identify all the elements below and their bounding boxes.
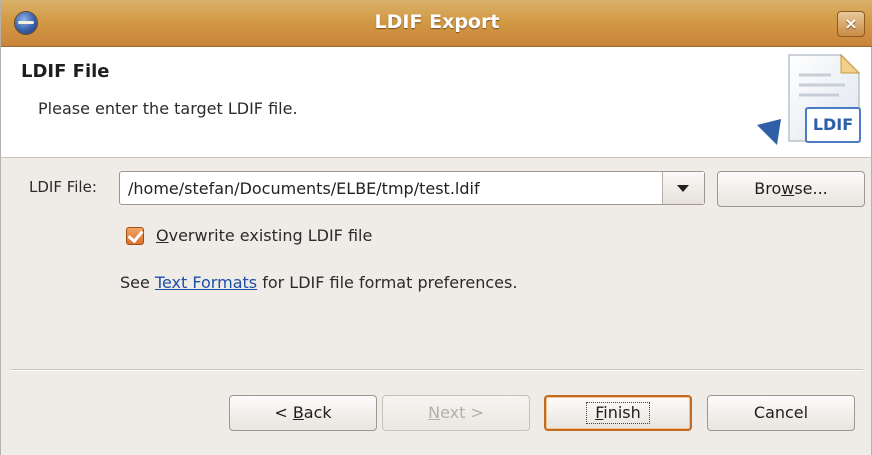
- ldif-file-combo[interactable]: [119, 171, 705, 205]
- page-description: Please enter the target LDIF file.: [38, 99, 298, 118]
- button-bar-separator: [11, 369, 863, 371]
- ldif-icon-label: LDIF: [805, 107, 861, 143]
- text-formats-info: See Text Formats for LDIF file format pr…: [120, 273, 518, 292]
- title-bar[interactable]: LDIF Export ×: [1, 0, 872, 47]
- cancel-button[interactable]: Cancel: [707, 395, 855, 431]
- window-title: LDIF Export: [374, 11, 500, 33]
- text-formats-link[interactable]: Text Formats: [155, 273, 257, 292]
- next-button: Next >: [382, 395, 530, 431]
- finish-button[interactable]: Finish: [544, 395, 692, 431]
- browse-button[interactable]: Browse...: [717, 171, 865, 207]
- overwrite-label[interactable]: Overwrite existing LDIF file: [156, 226, 372, 245]
- ldif-file-label: LDIF File:: [29, 178, 97, 196]
- overwrite-checkbox[interactable]: [126, 227, 144, 245]
- close-button[interactable]: ×: [837, 11, 865, 37]
- ldif-export-dialog: LDIF Export × LDIF File Please enter the…: [0, 0, 872, 455]
- ldif-file-input[interactable]: [120, 172, 660, 204]
- page-title: LDIF File: [21, 61, 110, 82]
- wizard-header: LDIF File Please enter the target LDIF f…: [1, 47, 871, 158]
- ldif-file-icon: LDIF: [755, 49, 865, 155]
- back-button[interactable]: < Back: [229, 395, 377, 431]
- dropdown-arrow-icon[interactable]: [663, 172, 704, 204]
